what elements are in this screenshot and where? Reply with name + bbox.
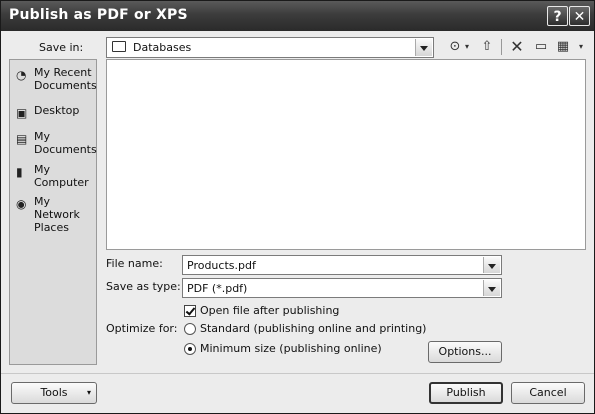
- minimum-size-radio[interactable]: [184, 343, 196, 355]
- tools-label: Tools: [40, 386, 68, 399]
- new-folder-icon[interactable]: ▭: [531, 37, 551, 57]
- save-as-type-select[interactable]: PDF (*.pdf): [182, 278, 502, 298]
- title-bar: Publish as PDF or XPS ? ✕: [1, 1, 594, 31]
- open-after-label[interactable]: Open file after publishing: [200, 304, 339, 317]
- save-in-label: Save in:: [39, 41, 84, 54]
- toolbar-divider: [501, 39, 502, 55]
- standard-radio[interactable]: [184, 323, 196, 335]
- file-name-input[interactable]: Products.pdf: [182, 255, 502, 275]
- dialog-title: Publish as PDF or XPS: [9, 7, 188, 23]
- chevron-down-icon[interactable]: [483, 257, 500, 273]
- place-label: My Network Places: [34, 195, 80, 234]
- back-dropdown-icon[interactable]: ▾: [457, 37, 477, 57]
- chevron-down-icon: ▾: [86, 388, 91, 397]
- desktop-icon: ▣: [16, 106, 28, 120]
- minimum-size-radio-label[interactable]: Minimum size (publishing online): [200, 342, 382, 355]
- up-folder-icon[interactable]: ⇧: [477, 37, 497, 57]
- file-name-label: File name:: [106, 257, 163, 270]
- open-after-checkbox[interactable]: [184, 305, 196, 317]
- views-dropdown-icon[interactable]: ▾: [571, 37, 591, 57]
- place-label: Desktop: [34, 104, 80, 117]
- save-as-type-label: Save as type:: [106, 280, 181, 293]
- save-in-value: Databases: [133, 41, 192, 54]
- close-button[interactable]: ✕: [569, 6, 590, 26]
- tools-button[interactable]: Tools ▾: [11, 382, 97, 404]
- save-in-combo[interactable]: Databases: [106, 37, 434, 58]
- network-places-icon: ◉: [16, 197, 27, 211]
- publish-dialog: Publish as PDF or XPS ? ✕ Save in: Datab…: [0, 0, 595, 414]
- views-icon[interactable]: ▦: [553, 37, 573, 57]
- file-list[interactable]: [106, 59, 586, 250]
- help-button[interactable]: ?: [547, 6, 568, 26]
- save-as-type-value: PDF (*.pdf): [187, 282, 248, 295]
- place-my-recent-documents[interactable]: ◔ My Recent Documents: [12, 66, 97, 96]
- footer-divider: [1, 373, 594, 374]
- chevron-down-icon[interactable]: [415, 39, 432, 56]
- delete-icon[interactable]: ✕: [507, 37, 527, 57]
- file-name-value: Products.pdf: [187, 259, 256, 272]
- place-my-network-places[interactable]: ◉ My Network Places: [12, 195, 96, 234]
- place-label: My Computer: [34, 163, 89, 189]
- my-computer-icon: ▮: [16, 165, 23, 179]
- optimize-for-label: Optimize for:: [106, 322, 178, 335]
- options-button[interactable]: Options...: [428, 341, 502, 363]
- place-my-computer[interactable]: ▮ My Computer: [12, 163, 96, 193]
- recent-documents-icon: ◔: [16, 68, 27, 82]
- chevron-down-icon[interactable]: [483, 280, 500, 296]
- cancel-button[interactable]: Cancel: [511, 382, 585, 404]
- publish-button[interactable]: Publish: [429, 382, 503, 404]
- standard-radio-label[interactable]: Standard (publishing online and printing…: [200, 322, 426, 335]
- folder-icon: [112, 41, 126, 52]
- place-label: My Documents: [34, 130, 97, 156]
- place-my-documents[interactable]: ▤ My Documents: [12, 130, 97, 160]
- places-bar: ◔ My Recent Documents ▣ Desktop ▤ My Doc…: [9, 59, 97, 365]
- place-label: My Recent Documents: [34, 66, 97, 92]
- my-documents-icon: ▤: [16, 132, 28, 146]
